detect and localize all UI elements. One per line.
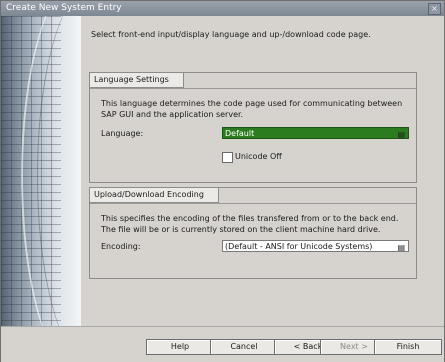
group-title: Language Settings (89, 72, 184, 88)
sidebar-graphic (1, 16, 81, 326)
unicode-off-label[interactable]: Unicode Off (235, 152, 282, 161)
encoding-label: Encoding: (101, 242, 141, 251)
help-button[interactable]: Help (146, 339, 214, 355)
language-description: This language determines the code page u… (101, 99, 403, 119)
dialog-window: Create New System Entry × Select front-e… (0, 0, 445, 362)
button-bar: Help Cancel < Back Next > Finish (1, 326, 444, 362)
encoding-group: Upload/Download Encoding This specifies … (89, 187, 417, 279)
language-select[interactable]: Default ▤ (222, 127, 409, 139)
group-body: This specifies the encoding of the files… (90, 203, 416, 278)
group-body: This language determines the code page u… (90, 88, 416, 182)
encoding-select[interactable]: (Default - ANSI for Unicode Systems) ▤ (222, 240, 409, 252)
title-bar[interactable]: Create New System Entry × (1, 1, 444, 16)
encoding-value: (Default - ANSI for Unicode Systems) (225, 242, 373, 251)
intro-text: Select front-end input/display language … (91, 30, 371, 39)
list-picker-icon[interactable]: ▤ (397, 242, 405, 254)
window-title: Create New System Entry (6, 3, 122, 13)
cancel-button[interactable]: Cancel (210, 339, 278, 355)
group-title: Upload/Download Encoding (89, 187, 219, 203)
language-settings-group: Language Settings This language determin… (89, 72, 417, 183)
close-icon[interactable]: × (428, 3, 441, 15)
encoding-description: This specifies the encoding of the files… (101, 214, 399, 234)
list-picker-icon[interactable]: ▤ (397, 129, 405, 141)
language-label: Language: (101, 129, 144, 138)
language-value: Default (225, 129, 255, 138)
unicode-off-checkbox[interactable] (222, 152, 233, 163)
finish-button[interactable]: Finish (374, 339, 442, 355)
content-area: Select front-end input/display language … (81, 16, 443, 326)
